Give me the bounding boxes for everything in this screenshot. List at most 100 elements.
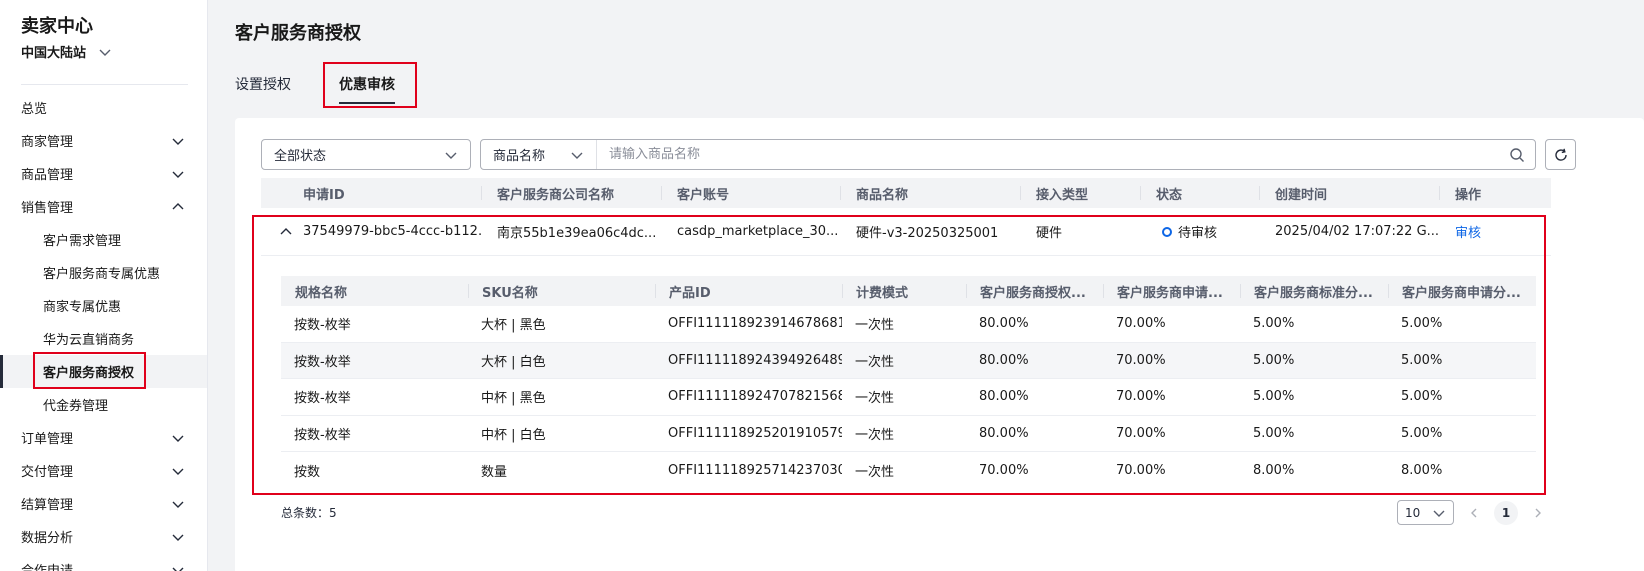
page-size-select[interactable]: 10 bbox=[1397, 500, 1454, 525]
chevron-down-icon bbox=[445, 152, 457, 159]
sub-cell-sku: 大杯 | 黑色 bbox=[481, 318, 546, 334]
status-text: 待审核 bbox=[1178, 226, 1218, 241]
chevron-down-icon bbox=[172, 468, 184, 475]
sidebar-sub-customer-demand[interactable]: 客户需求管理 bbox=[0, 223, 207, 256]
sub-cell-standard-share: 8.00% bbox=[1253, 462, 1295, 478]
sub-cell-sku: 数量 bbox=[481, 464, 508, 480]
sub-col-standard-share: 客户服务商标准分... bbox=[1240, 276, 1388, 306]
search-type-select[interactable]: 商品名称 bbox=[481, 140, 597, 169]
cell-access-type: 硬件 bbox=[1036, 226, 1063, 241]
tab-discount-review[interactable]: 优惠审核 bbox=[339, 70, 395, 104]
sub-cell-standard-share: 5.00% bbox=[1253, 352, 1295, 368]
cell-action: 审核 bbox=[1439, 222, 1551, 241]
sub-cell-auth: 80.00% bbox=[979, 389, 1029, 405]
sub-col-auth: 客户服务商授权... bbox=[966, 276, 1103, 306]
sidebar-item-label: 订单管理 bbox=[21, 432, 74, 447]
sidebar-sub-merchant-discount[interactable]: 商家专属优惠 bbox=[0, 289, 207, 322]
page-number-current[interactable]: 1 bbox=[1494, 500, 1518, 525]
page-size-value: 10 bbox=[1405, 505, 1421, 520]
col-header-created: 创建时间 bbox=[1259, 178, 1439, 208]
col-header-action: 操作 bbox=[1439, 178, 1551, 208]
sub-cell-apply: 70.00% bbox=[1116, 389, 1166, 405]
sub-cell-apply: 70.00% bbox=[1116, 352, 1166, 368]
sidebar-item-sales[interactable]: 销售管理 bbox=[0, 190, 207, 223]
sub-cell-product-id: OFFI1111189252019105792 bbox=[668, 425, 842, 441]
sidebar-sub-voucher[interactable]: 代金券管理 bbox=[0, 388, 207, 421]
sidebar-item-settlement[interactable]: 结算管理 bbox=[0, 487, 207, 520]
sub-cell-standard-share: 5.00% bbox=[1253, 316, 1295, 332]
sku-subtable: 规格名称 SKU名称 产品ID 计费模式 客户服务商授权... 客户服务商申请.… bbox=[281, 276, 1536, 489]
sidebar-item-merchant[interactable]: 商家管理 bbox=[0, 124, 207, 157]
search-input[interactable] bbox=[597, 140, 1499, 169]
main-content: 客户服务商授权 设置授权 优惠审核 全部状态 商品名称 申请ID 客户服务商公司… bbox=[208, 0, 1644, 571]
subtable-row: 按数-枚举 中杯 | 白色 OFFI1111189252019105792 一次… bbox=[281, 416, 1536, 452]
sub-cell-standard-share: 5.00% bbox=[1253, 425, 1295, 441]
sub-cell-spec: 按数-枚举 bbox=[294, 354, 351, 370]
table-header: 申请ID 客户服务商公司名称 客户账号 商品名称 接入类型 状态 创建时间 操作 bbox=[261, 178, 1551, 208]
sidebar-nav: 总览 商家管理 商品管理 销售管理 客户需求管理 客户服务商专属优惠 商家专属优… bbox=[0, 91, 207, 571]
sub-cell-billing: 一次性 bbox=[855, 354, 895, 370]
sub-cell-product-id: OFFI1111189257142370304 bbox=[668, 462, 842, 478]
sub-cell-apply-share: 5.00% bbox=[1401, 389, 1443, 405]
chevron-down-icon bbox=[99, 49, 111, 56]
sidebar-item-overview[interactable]: 总览 bbox=[0, 91, 207, 124]
col-header-status: 状态 bbox=[1140, 178, 1259, 208]
sub-col-product-id: 产品ID bbox=[655, 276, 842, 306]
chevron-down-icon bbox=[1433, 510, 1445, 517]
sidebar-item-order[interactable]: 订单管理 bbox=[0, 421, 207, 454]
sidebar-sub-direct-sales[interactable]: 华为云直销商务 bbox=[0, 322, 207, 355]
sub-cell-product-id: OFFI1111189243949264896 bbox=[668, 352, 842, 368]
subtable-row: 按数-枚举 大杯 | 白色 OFFI1111189243949264896 一次… bbox=[281, 342, 1536, 379]
search-icon[interactable] bbox=[1499, 140, 1535, 169]
sub-cell-spec: 按数-枚举 bbox=[294, 427, 351, 443]
sub-cell-standard-share: 5.00% bbox=[1253, 389, 1295, 405]
sub-cell-spec: 按数-枚举 bbox=[294, 318, 351, 334]
sub-col-spec: 规格名称 bbox=[295, 285, 348, 301]
sub-cell-billing: 一次性 bbox=[855, 318, 895, 334]
sub-cell-apply: 70.00% bbox=[1116, 316, 1166, 332]
cell-id: 37549979-bbc5-4ccc-b112... bbox=[303, 224, 481, 239]
sidebar-item-data-analysis[interactable]: 数据分析 bbox=[0, 520, 207, 553]
prev-page-button[interactable] bbox=[1462, 501, 1486, 525]
sub-col-sku: SKU名称 bbox=[468, 276, 655, 306]
cell-product: 硬件-v3-20250325001 bbox=[856, 226, 999, 241]
status-filter-select[interactable]: 全部状态 bbox=[261, 139, 471, 170]
sub-cell-spec: 按数 bbox=[294, 464, 321, 480]
sidebar-item-label: 商品管理 bbox=[21, 168, 74, 183]
site-selector[interactable]: 中国大陆站 bbox=[21, 42, 112, 61]
chevron-down-icon bbox=[172, 534, 184, 541]
sub-cell-apply-share: 5.00% bbox=[1401, 316, 1443, 332]
sub-col-billing: 计费模式 bbox=[842, 276, 966, 306]
next-page-button[interactable] bbox=[1526, 501, 1550, 525]
sidebar-item-product[interactable]: 商品管理 bbox=[0, 157, 207, 190]
refresh-icon bbox=[1554, 148, 1567, 161]
page-title: 客户服务商授权 bbox=[235, 23, 361, 44]
sidebar-item-label: 结算管理 bbox=[21, 498, 74, 513]
sub-cell-apply-share: 5.00% bbox=[1401, 425, 1443, 441]
refresh-button[interactable] bbox=[1545, 139, 1576, 170]
pagination: 10 1 bbox=[1397, 500, 1550, 525]
col-header-account: 客户账号 bbox=[661, 178, 840, 208]
sidebar-sub-provider-auth[interactable]: 客户服务商授权 bbox=[0, 355, 207, 388]
sidebar-item-cooperation[interactable]: 合作申请 bbox=[0, 553, 207, 571]
sidebar-item-delivery[interactable]: 交付管理 bbox=[0, 454, 207, 487]
table-row: 37549979-bbc5-4ccc-b112... 南京55b1e39ea06… bbox=[261, 208, 1551, 256]
subtable-header: 规格名称 SKU名称 产品ID 计费模式 客户服务商授权... 客户服务商申请.… bbox=[281, 276, 1536, 306]
total-label: 总条数： bbox=[281, 506, 330, 520]
brand-title: 卖家中心 bbox=[21, 16, 93, 37]
sub-cell-billing: 一次性 bbox=[855, 464, 895, 480]
tab-set-authorization[interactable]: 设置授权 bbox=[235, 70, 291, 104]
review-link[interactable]: 审核 bbox=[1455, 222, 1481, 241]
collapse-row-button[interactable] bbox=[276, 225, 296, 239]
total-count: 总条数：5 bbox=[281, 504, 337, 521]
sidebar-item-label: 销售管理 bbox=[21, 201, 74, 216]
sub-cell-billing: 一次性 bbox=[855, 427, 895, 443]
col-header-product: 商品名称 bbox=[840, 178, 1020, 208]
chevron-left-icon bbox=[1471, 508, 1477, 517]
sidebar-sub-provider-discount[interactable]: 客户服务商专属优惠 bbox=[0, 256, 207, 289]
sub-cell-auth: 80.00% bbox=[979, 425, 1029, 441]
col-header-company: 客户服务商公司名称 bbox=[481, 178, 661, 208]
sidebar-item-label: 商家管理 bbox=[21, 135, 74, 150]
sidebar-item-label: 合作申请 bbox=[21, 560, 73, 571]
sub-cell-apply-share: 8.00% bbox=[1401, 462, 1443, 478]
